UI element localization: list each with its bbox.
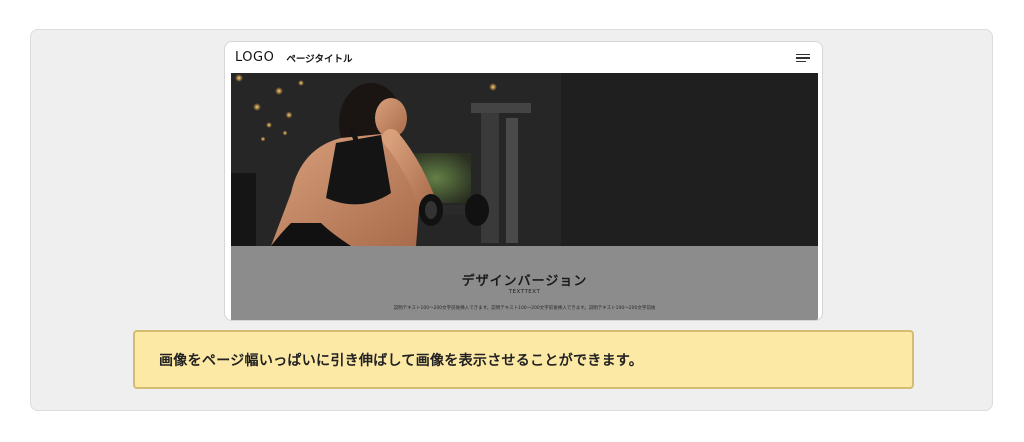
hamburger-menu-icon[interactable] bbox=[796, 52, 812, 64]
page-preview-frame: LOGO ページタイトル デザインバージョン TEXTTEXT 説明テキスト10… bbox=[224, 41, 823, 321]
info-callout: 画像をページ幅いっぱいに引き伸ばして画像を表示させることができます。 bbox=[133, 330, 914, 389]
site-header: LOGO ページタイトル bbox=[225, 42, 822, 73]
panel-description: 説明テキスト100〜200文字前後挿入できます。説明テキスト100〜200文字前… bbox=[393, 306, 656, 311]
info-callout-text: 画像をページ幅いっぱいに引き伸ばして画像を表示させることができます。 bbox=[159, 352, 644, 369]
preview-stage: LOGO ページタイトル デザインバージョン TEXTTEXT 説明テキスト10… bbox=[30, 29, 993, 411]
panel-title: デザインバージョン bbox=[461, 274, 588, 289]
page-title: ページタイトル bbox=[286, 53, 353, 65]
woman-lifting-dumbbell-photo bbox=[231, 73, 818, 246]
panel-subtitle: TEXTTEXT bbox=[508, 289, 541, 295]
hero-image bbox=[231, 73, 818, 246]
hero-text-panel: デザインバージョン TEXTTEXT 説明テキスト100〜200文字前後挿入でき… bbox=[231, 246, 818, 320]
site-logo[interactable]: LOGO bbox=[235, 50, 274, 65]
